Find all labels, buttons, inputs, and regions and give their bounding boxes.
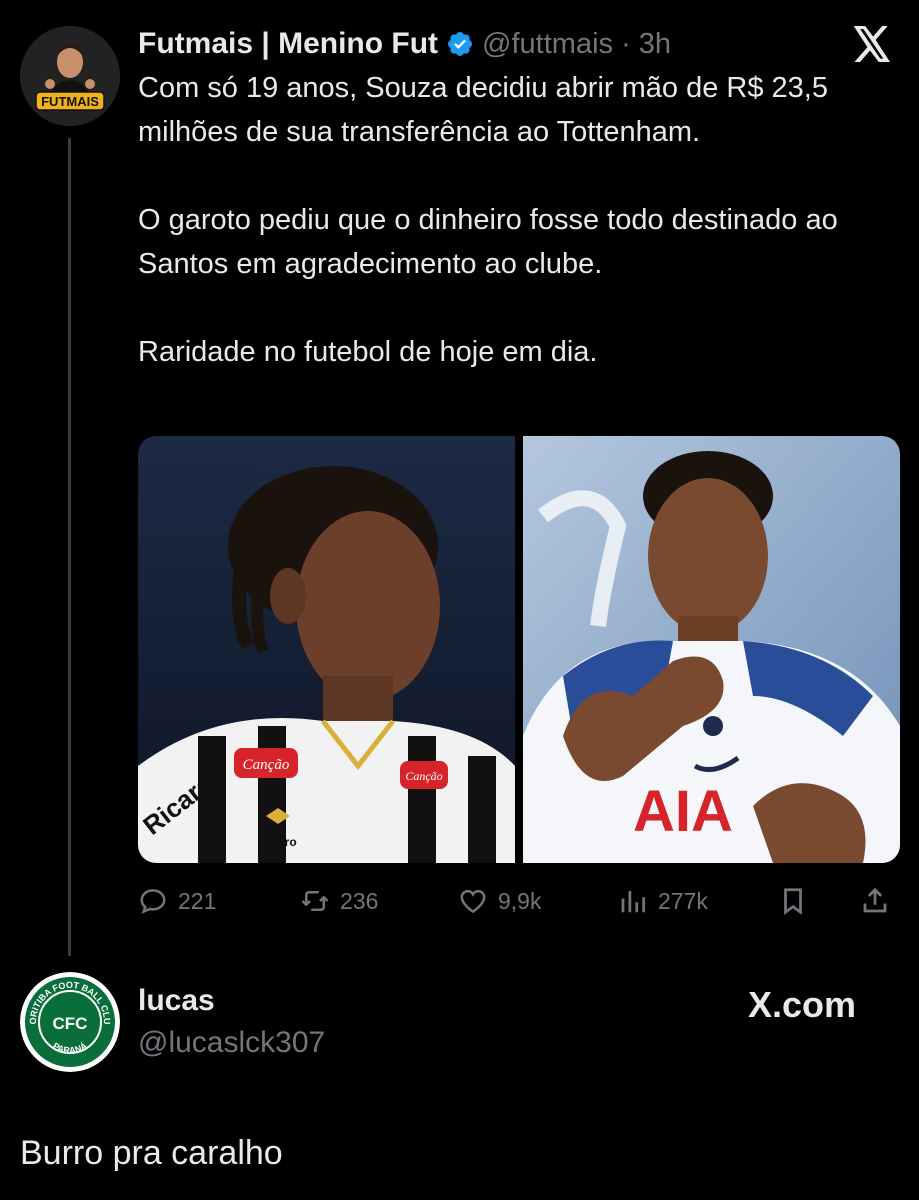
- futmais-logo: FUTMAIS: [20, 26, 120, 126]
- santos-player-photo: Canção Canção Ricardo umbro: [138, 436, 515, 863]
- sponsor-label: Canção: [243, 757, 290, 773]
- reply-count: 221: [178, 887, 217, 914]
- coritiba-crest: CORITIBA FOOT BALL CLUB PARANÁ CFC: [20, 972, 120, 1072]
- reply-author-name[interactable]: lucas: [138, 984, 215, 1018]
- bookmark-button[interactable]: [778, 878, 808, 924]
- views-button[interactable]: 277k: [618, 878, 708, 924]
- sponsor-aia: AIA: [633, 779, 733, 844]
- views-count: 277k: [658, 887, 708, 914]
- author-handle-time[interactable]: @futtmais · 3h: [482, 28, 671, 61]
- crest-initials: CFC: [53, 1014, 88, 1033]
- tweet-action-bar: 221 236 9,9k 277k: [138, 878, 900, 924]
- bookmark-icon: [784, 888, 802, 915]
- umbro-label: umbro: [259, 835, 296, 849]
- heart-icon: [460, 889, 486, 914]
- tweet-paragraph: Com só 19 anos, Souza decidiu abrir mão …: [138, 72, 828, 148]
- author-name[interactable]: Futmais | Menino Fut: [138, 27, 438, 61]
- reply-author-handle[interactable]: @lucaslck307: [138, 1026, 325, 1060]
- like-button[interactable]: 9,9k: [458, 878, 541, 924]
- verified-badge-icon: [448, 32, 473, 56]
- thread-line: [68, 138, 71, 956]
- sponsor-label: Canção: [405, 769, 442, 783]
- tweet-header: Futmais | Menino Fut @futtmais · 3h: [138, 22, 671, 66]
- author-avatar[interactable]: FUTMAIS: [20, 26, 120, 126]
- views-chart-icon: [621, 891, 645, 913]
- reply-icon: [140, 889, 166, 914]
- reply-text: Burro pra caralho: [20, 1134, 283, 1172]
- share-button[interactable]: [860, 878, 890, 924]
- tweet-text: Com só 19 anos, Souza decidiu abrir mão …: [138, 66, 908, 374]
- media-image-santos-player[interactable]: Canção Canção Ricardo umbro: [138, 436, 515, 863]
- tweet-paragraph: Raridade no futebol de hoje em dia.: [138, 336, 598, 368]
- tweet-media[interactable]: Canção Canção Ricardo umbro AIA: [138, 436, 900, 863]
- repost-icon: [301, 891, 329, 911]
- reply-author-avatar[interactable]: CORITIBA FOOT BALL CLUB PARANÁ CFC: [20, 972, 120, 1072]
- share-icon: [863, 887, 887, 913]
- tottenham-player-photo: AIA: [523, 436, 900, 863]
- x-logo-icon: [853, 26, 890, 62]
- like-count: 9,9k: [498, 887, 542, 914]
- avatar-badge-text: FUTMAIS: [41, 94, 99, 109]
- tweet-paragraph: O garoto pediu que o dinheiro fosse todo…: [138, 204, 838, 280]
- repost-button[interactable]: 236: [300, 878, 378, 924]
- repost-count: 236: [340, 887, 379, 914]
- x-com-watermark: X.com: [748, 984, 857, 1025]
- reply-button[interactable]: 221: [138, 878, 216, 924]
- media-image-tottenham-player[interactable]: AIA: [523, 436, 900, 863]
